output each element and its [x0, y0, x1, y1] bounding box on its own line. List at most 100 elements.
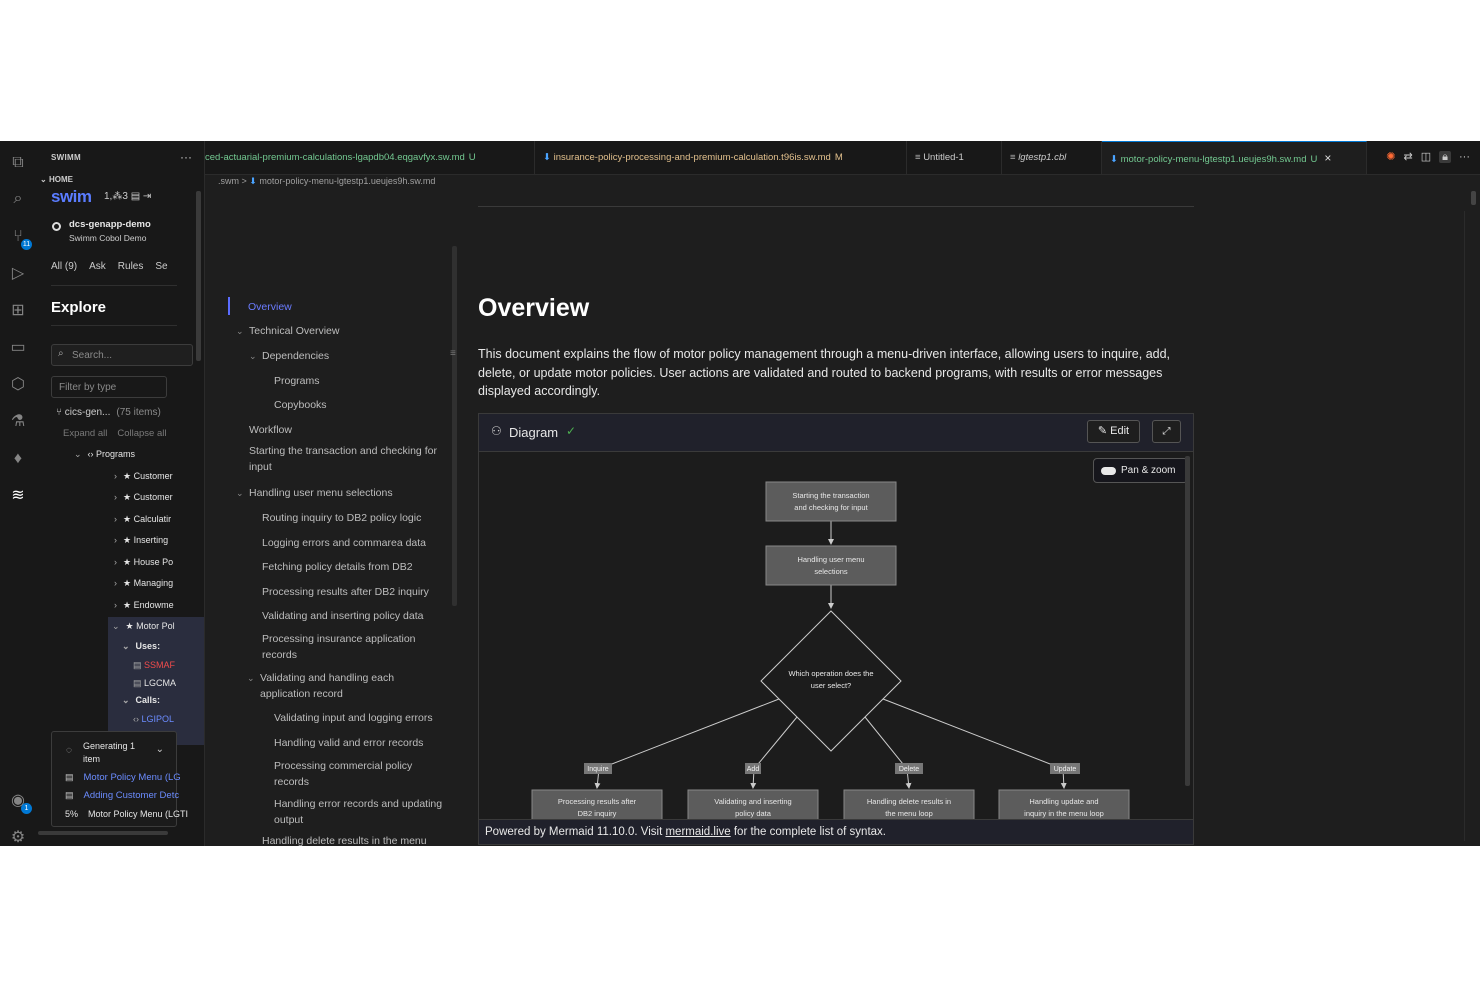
- filter-tab-rules[interactable]: Rules: [118, 261, 144, 272]
- tree-uses-item[interactable]: ▤ LGCMA: [133, 678, 176, 689]
- tree-program-item[interactable]: › ★ Managing: [114, 578, 173, 589]
- tree-program-item[interactable]: › ★ Customer: [114, 471, 173, 482]
- lock-icon[interactable]: 🔒︎: [1439, 151, 1451, 163]
- generating-item[interactable]: 5% Motor Policy Menu (LGTI: [65, 809, 188, 819]
- toc-item[interactable]: Handling delete results in the menu: [262, 833, 445, 846]
- breadcrumb-folder[interactable]: .swm: [218, 176, 239, 186]
- sidebar-scrollbar[interactable]: [196, 191, 201, 361]
- swimm-ai-icon[interactable]: ✺: [1386, 151, 1395, 163]
- search-icon[interactable]: ⌕: [8, 189, 28, 209]
- chevron-down-icon[interactable]: ⌄: [249, 348, 257, 364]
- tree-calls[interactable]: ⌄ Calls:: [122, 695, 160, 706]
- diagram-scrollbar[interactable]: [1185, 456, 1190, 786]
- testing-icon[interactable]: ⚗: [8, 412, 28, 432]
- chevron-down-icon[interactable]: ⌄: [236, 323, 244, 339]
- signout-icon[interactable]: ⇥: [143, 191, 151, 202]
- account-icon[interactable]: ◉ 1: [8, 791, 32, 814]
- remote-explorer-icon[interactable]: ▭: [8, 338, 28, 358]
- toc-item[interactable]: Validating input and logging errors: [274, 710, 445, 726]
- node-menu[interactable]: Handling user menu selections: [765, 545, 897, 586]
- book-icon[interactable]: ▤: [131, 191, 140, 202]
- run-debug-icon[interactable]: ▷: [8, 264, 28, 284]
- toc-item[interactable]: Fetching policy details from DB2: [262, 559, 445, 575]
- tab-close-button[interactable]: ×: [1324, 151, 1331, 165]
- edit-button[interactable]: ✎ Edit: [1087, 420, 1140, 443]
- toc-item[interactable]: Routing inquiry to DB2 policy logic: [262, 510, 445, 526]
- editor-scrollbar[interactable]: [1471, 191, 1476, 205]
- generating-item[interactable]: ▤ Motor Policy Menu (LG: [65, 772, 181, 783]
- tree-program-item[interactable]: › ★ Customer: [114, 492, 173, 503]
- compare-icon[interactable]: ⇄: [1404, 151, 1413, 163]
- toc-item[interactable]: ⌄ Technical Overview: [236, 323, 445, 339]
- toc-item[interactable]: Copybooks: [274, 397, 445, 413]
- expand-all-link[interactable]: Expand all: [63, 428, 107, 439]
- toc-item[interactable]: Programs: [274, 373, 445, 389]
- expand-button[interactable]: ⤢: [1152, 420, 1181, 443]
- node-decision[interactable]: Which operation does the user select?: [760, 610, 902, 752]
- tree-calls-item[interactable]: ‹› LGIPOL: [133, 714, 174, 724]
- sidebar-menu-button[interactable]: ···: [180, 150, 192, 164]
- mermaid-live-link[interactable]: mermaid.live: [665, 826, 730, 838]
- swimm-icon[interactable]: ≋: [8, 486, 28, 506]
- toc-item[interactable]: Handling error records and updating outp…: [274, 796, 445, 828]
- tab-insurance-policy[interactable]: ⬇ insurance-policy-processing-and-premiu…: [535, 141, 907, 174]
- tree-programs[interactable]: ⌄ ‹› Programs: [74, 449, 135, 460]
- tab-actuarial-premium[interactable]: ced-actuarial-premium-calculations-lgapd…: [205, 141, 535, 174]
- mongo-icon[interactable]: ♦: [8, 449, 28, 469]
- extensions-icon[interactable]: ⊞: [8, 301, 28, 321]
- filter-tab-ask[interactable]: Ask: [89, 261, 106, 272]
- tree-program-item[interactable]: › ★ Inserting: [114, 535, 168, 546]
- node-inquire[interactable]: Processing results after DB2 inquiry: [531, 789, 663, 819]
- tree-program-item[interactable]: › ★ House Po: [114, 557, 173, 568]
- toc-item[interactable]: Workflow: [249, 422, 445, 438]
- tree-program-item-selected[interactable]: ⌄ ★ Motor Pol: [112, 621, 175, 632]
- toc-item[interactable]: Logging errors and commarea data: [262, 535, 445, 551]
- home-section-toggle[interactable]: ⌄ HOME: [40, 175, 73, 184]
- tree-program-item[interactable]: › ★ Endowme: [114, 600, 174, 611]
- filter-tab-se[interactable]: Se: [155, 261, 167, 272]
- tree-program-item[interactable]: › ★ Calculatir: [114, 514, 171, 525]
- node-update[interactable]: Handling update and inquiry in the menu …: [998, 789, 1130, 819]
- chevron-down-icon[interactable]: ⌄: [236, 485, 244, 501]
- toc-item[interactable]: ⌄ Validating and handling each applicatio…: [247, 670, 445, 702]
- node-add[interactable]: Validating and inserting policy data: [687, 789, 819, 819]
- chevron-down-icon[interactable]: ⌄: [247, 670, 255, 686]
- toc-scrollbar[interactable]: [452, 246, 457, 606]
- toc-item[interactable]: ⌄ Handling user menu selections: [236, 485, 445, 501]
- tab-untitled[interactable]: ≡ Untitled-1: [907, 141, 1002, 174]
- tab-lgtestp1-cbl[interactable]: ≡ lgtestp1.cbl: [1002, 141, 1102, 174]
- tree-uses[interactable]: ⌄ Uses:: [122, 641, 160, 652]
- toc-item[interactable]: Overview: [248, 299, 444, 315]
- tree-uses-item[interactable]: ▤ SSMAF: [133, 660, 175, 671]
- node-delete[interactable]: Handling delete results in the menu loop: [843, 789, 975, 819]
- breadcrumb-file[interactable]: motor-policy-menu-lgtestp1.ueujes9h.sw.m…: [259, 176, 435, 186]
- source-control-icon[interactable]: ⑂ 11: [8, 227, 32, 250]
- heading-rule: [478, 206, 1194, 207]
- split-editor-icon[interactable]: ◫: [1421, 151, 1431, 163]
- toc-item[interactable]: Handling valid and error records: [274, 735, 445, 751]
- toc-item[interactable]: Starting the transaction and checking fo…: [249, 443, 445, 475]
- toc-item[interactable]: Processing commercial policy records: [274, 758, 445, 790]
- toc-item[interactable]: Processing insurance application records: [262, 631, 445, 663]
- more-actions-icon[interactable]: ···: [1459, 151, 1470, 163]
- toc-item[interactable]: Validating and inserting policy data: [262, 608, 445, 624]
- drag-handle-icon[interactable]: ≡: [450, 348, 456, 359]
- settings-icon[interactable]: ⚙: [8, 828, 28, 846]
- tree-root-repo[interactable]: ⑂ cics-gen... (75 items): [56, 407, 161, 418]
- overview-paragraph[interactable]: This document explains the flow of motor…: [478, 345, 1178, 401]
- toc-item[interactable]: Processing results after DB2 inquiry: [262, 584, 445, 600]
- search-input[interactable]: ⌕ Search...: [51, 344, 193, 366]
- toc-item[interactable]: ⌄ Dependencies: [249, 348, 445, 364]
- filter-tab-all[interactable]: All (9): [51, 261, 77, 272]
- collapse-all-link[interactable]: Collapse all: [117, 428, 166, 439]
- node-start[interactable]: Starting the transaction and checking fo…: [765, 481, 897, 522]
- chevron-down-icon[interactable]: ⌄: [156, 744, 164, 755]
- filter-by-type-input[interactable]: Filter by type: [51, 376, 167, 398]
- pan-zoom-toggle[interactable]: Pan & zoom: [1093, 458, 1188, 483]
- sidebar-horizontal-scrollbar[interactable]: [38, 831, 168, 835]
- tab-motor-policy-menu[interactable]: ⬇ motor-policy-menu-lgtestp1.ueujes9h.sw…: [1102, 141, 1367, 174]
- generating-item[interactable]: ▤ Adding Customer Detc: [65, 790, 179, 801]
- repo-name[interactable]: dcs-genapp-demo: [69, 219, 151, 230]
- explorer-icon[interactable]: ⧉: [8, 153, 28, 173]
- packages-icon[interactable]: ⬡: [8, 375, 28, 395]
